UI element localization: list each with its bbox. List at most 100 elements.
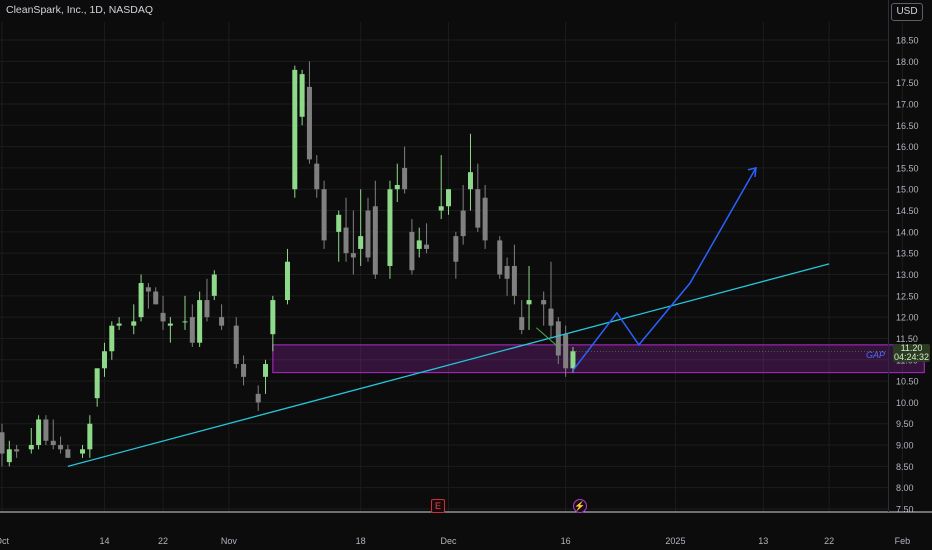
candle-body [504, 265, 510, 279]
currency-button[interactable]: USD [891, 3, 923, 21]
y-tick-label: 9.50 [896, 419, 914, 429]
candle-body [482, 197, 488, 241]
y-tick-label: 8.00 [896, 483, 914, 493]
gap-zone [272, 344, 925, 374]
candle-body [570, 351, 576, 369]
candle-body [372, 206, 378, 275]
candle-body [299, 74, 305, 117]
candle-body [263, 364, 269, 377]
bar-countdown: 04:24:32 [893, 352, 930, 362]
candle-body [343, 227, 349, 254]
x-tick-label: Nov [221, 536, 238, 546]
candle-body [65, 449, 71, 458]
candle-body [160, 312, 166, 322]
y-tick-label: 13.00 [896, 270, 919, 280]
candle-body [0, 432, 5, 454]
candle-body [153, 291, 159, 305]
candle-body [167, 323, 173, 326]
candle-body [394, 184, 400, 190]
candle-body [350, 253, 356, 258]
candle-body [497, 240, 503, 275]
dividend-event-icon[interactable]: ⚡ [573, 499, 587, 513]
symbol-title[interactable]: CleanSpark, Inc., 1D, NASDAQ [6, 4, 153, 16]
y-tick-label: 14.00 [896, 227, 919, 237]
x-tick-label: 22 [158, 536, 168, 546]
candle-body [109, 325, 115, 352]
y-tick-label: 18.00 [896, 57, 919, 67]
candle-body [189, 317, 195, 343]
candle-body [182, 321, 188, 323]
candle-body [555, 321, 561, 356]
x-tick-label: 22 [824, 536, 834, 546]
candle-body [50, 440, 56, 446]
x-tick-label: Feb [895, 536, 911, 546]
candle-body [460, 210, 466, 237]
candle-body [336, 214, 342, 232]
candle-body [80, 449, 86, 454]
y-tick-label: 14.50 [896, 206, 919, 216]
candle-body [453, 236, 459, 262]
y-tick-label: 13.50 [896, 249, 919, 259]
candle-body [94, 368, 100, 399]
x-tick-label: 16 [561, 536, 571, 546]
candle-body [116, 323, 122, 326]
candle-body [6, 449, 12, 463]
candle-body [446, 189, 452, 207]
candle-body [467, 172, 473, 190]
candle-body [14, 449, 20, 452]
candle-body [526, 300, 532, 305]
x-tick-label: 14 [99, 536, 109, 546]
y-tick-label: 17.00 [896, 99, 919, 109]
candle-body [314, 163, 320, 190]
candle-body [548, 308, 554, 326]
candle-body [138, 283, 144, 318]
candle-body [416, 240, 422, 249]
y-tick-label: 7.50 [896, 505, 914, 515]
candle-body [36, 419, 42, 446]
y-tick-label: 8.50 [896, 462, 914, 472]
candle-body [475, 189, 481, 228]
candle-body [409, 231, 415, 271]
y-tick-label: 15.50 [896, 163, 919, 173]
candle-body [358, 236, 364, 249]
candle-body [241, 364, 247, 377]
candle-body [28, 445, 34, 450]
x-tick-label: Oct [0, 536, 9, 546]
x-tick-label: 18 [356, 536, 366, 546]
candle-body [306, 86, 312, 160]
candle-body [402, 167, 408, 190]
x-tick-label: 13 [758, 536, 768, 546]
candle-body [387, 189, 393, 266]
candle-body [145, 287, 151, 292]
y-tick-label: 12.00 [896, 313, 919, 323]
candle-body [270, 300, 276, 335]
price-chart[interactable]: 7.508.008.509.009.5010.0010.5011.0011.50… [0, 0, 932, 550]
candle-body [284, 261, 290, 301]
gap-zone-layer [272, 344, 925, 374]
candle-body [197, 300, 203, 343]
y-tick-label: 18.50 [896, 36, 919, 46]
candle-body [219, 317, 225, 326]
candle-body [511, 265, 517, 296]
candle-body [211, 274, 217, 296]
candle-body [204, 300, 210, 318]
x-tick-label: 2025 [665, 536, 685, 546]
candle-body [541, 300, 547, 305]
candle-body [131, 321, 137, 326]
candle-body [87, 423, 93, 450]
gap-zone-label: GAP [866, 350, 886, 360]
candle-body [365, 210, 371, 258]
y-tick-label: 16.50 [896, 121, 919, 131]
candle-body [424, 244, 430, 249]
y-tick-label: 15.00 [896, 185, 919, 195]
candle-body [438, 206, 444, 211]
candle-body [292, 69, 298, 190]
x-tick-label: Dec [441, 536, 458, 546]
candle-body [101, 351, 107, 369]
candle-body [519, 317, 525, 330]
candle-body [43, 419, 49, 441]
y-tick-label: 9.00 [896, 441, 914, 451]
earnings-event-icon[interactable]: E [431, 499, 445, 513]
y-tick-label: 17.50 [896, 78, 919, 88]
last-price-tag: 11.20 04:24:32 [893, 344, 930, 362]
